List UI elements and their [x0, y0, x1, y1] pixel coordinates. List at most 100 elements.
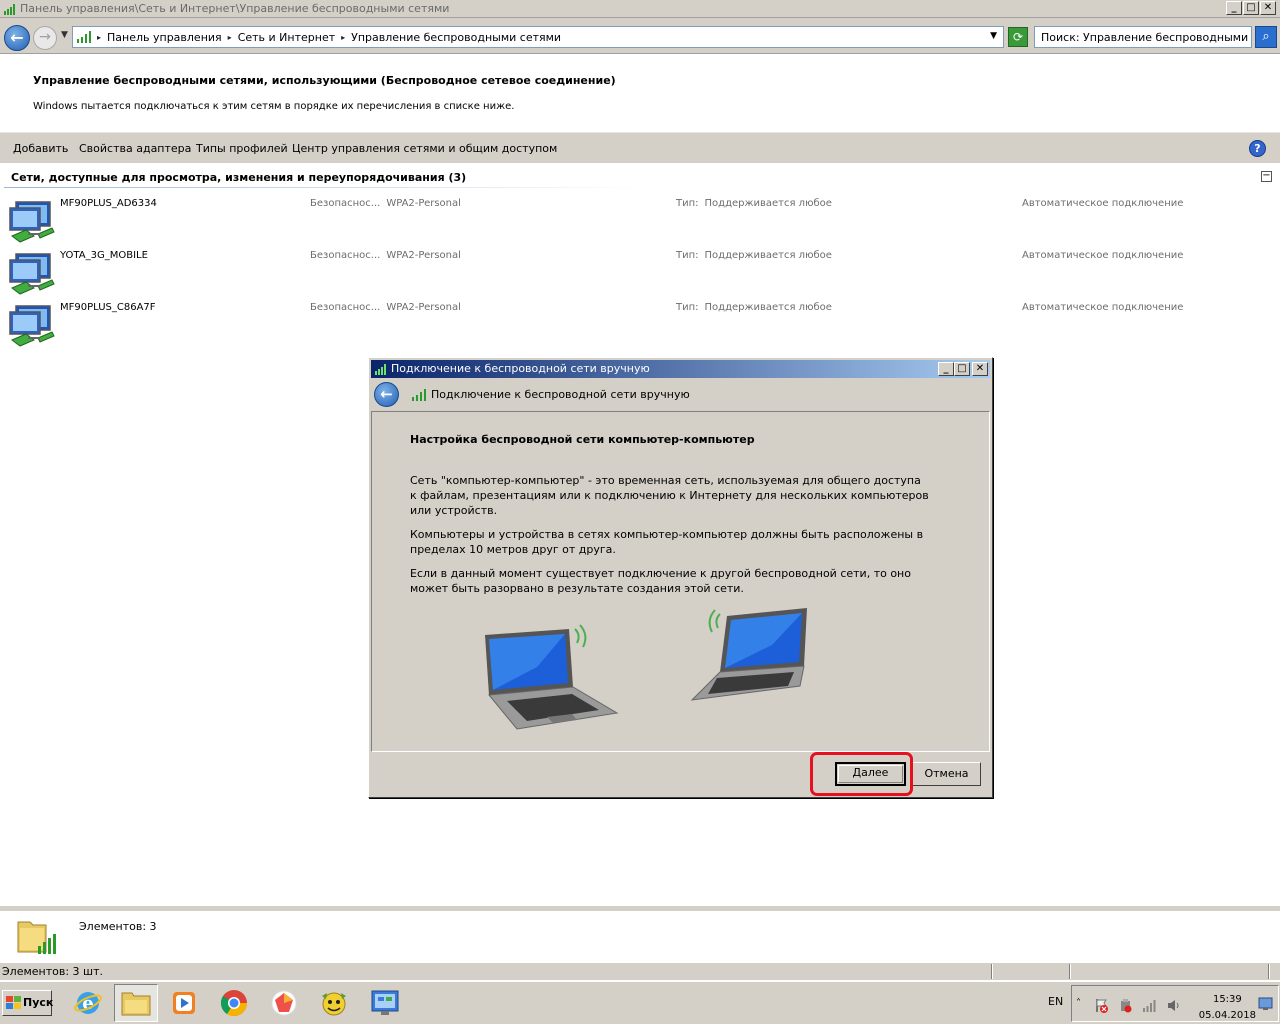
wireless-icon	[4, 4, 15, 15]
security-label: Безопаснос...	[310, 250, 381, 261]
volume-icon[interactable]	[1166, 998, 1181, 1013]
group-divider	[4, 187, 644, 188]
clock-time: 15:39	[1212, 994, 1242, 1005]
highlight-annotation	[810, 752, 913, 796]
network-center-button[interactable]: Центр управления сетями и общим доступом	[292, 142, 557, 155]
profile-types-button[interactable]: Типы профилей	[196, 142, 288, 155]
show-desktop-icon[interactable]	[1258, 996, 1273, 1011]
network-item[interactable]: YOTA_3G_MOBILE Безопаснос... WPA2-Persona…	[0, 250, 1280, 302]
ie-icon[interactable]: e	[66, 984, 110, 1022]
language-indicator[interactable]: EN	[1048, 995, 1063, 1008]
breadcrumb: ▸ Панель управления ▸ Сеть и Интернет ▸ …	[97, 31, 561, 44]
network-item[interactable]: MF90PLUS_C86A7F Безопаснос... WPA2-Person…	[0, 302, 1280, 354]
details-pane: Элементов: 3	[0, 906, 1280, 962]
wireless-icon	[412, 389, 426, 401]
dialog-back-button[interactable]: ←	[374, 382, 399, 407]
window-title-bar: Панель управления\Сеть и Интернет\Управл…	[0, 0, 1280, 18]
dialog-minimize-button[interactable]: _	[938, 362, 954, 376]
removable-device-icon[interactable]	[1118, 998, 1133, 1013]
wireless-signal-icon[interactable]	[1142, 998, 1157, 1013]
breadcrumb-network-internet[interactable]: Сеть и Интернет	[238, 31, 335, 44]
dialog-close-button[interactable]: ✕	[972, 362, 988, 376]
adapter-properties-button[interactable]: Свойства адаптера	[79, 142, 191, 155]
status-bar: Элементов: 3 шт.	[0, 962, 1280, 980]
chevron-right-icon[interactable]: ▸	[97, 31, 101, 44]
close-button[interactable]: ✕	[1260, 1, 1276, 15]
network-group-header: Сети, доступные для просмотра, изменения…	[0, 168, 1280, 190]
status-separator	[1069, 964, 1071, 979]
network-security: Безопаснос... WPA2-Personal	[310, 302, 461, 313]
folder-wireless-icon	[17, 921, 56, 954]
chevron-up-icon[interactable]: ˄	[1076, 998, 1091, 1013]
type-value: Поддерживается любое	[704, 302, 832, 313]
dialog-content: Настройка беспроводной сети компьютер-ко…	[371, 411, 990, 752]
status-separator	[991, 964, 993, 979]
network-profile-icon	[9, 253, 55, 295]
network-connect-mode: Автоматическое подключение	[1022, 198, 1184, 209]
media-player-icon[interactable]	[162, 984, 206, 1022]
clock[interactable]: 15:39 05.04.2018	[1199, 992, 1256, 1024]
explorer-icon[interactable]	[114, 984, 158, 1022]
start-button[interactable]: Пуск	[2, 990, 54, 1016]
security-value: WPA2-Personal	[386, 250, 461, 261]
breadcrumb-control-panel[interactable]: Панель управления	[107, 31, 222, 44]
network-profile-icon	[9, 201, 55, 243]
breadcrumb-wireless-networks[interactable]: Управление беспроводными сетями	[351, 31, 561, 44]
dialog-nav: ← Подключение к беспроводной сети вручну…	[371, 379, 990, 409]
chevron-down-icon[interactable]: ▼	[990, 31, 997, 41]
help-icon[interactable]: ?	[1249, 140, 1266, 157]
type-label: Тип:	[676, 198, 699, 209]
page-subtitle: Windows пытается подключаться к этим сет…	[33, 101, 515, 112]
history-dropdown-icon[interactable]: ▼	[61, 30, 68, 40]
dialog-paragraph-3: Если в данный момент существует подключе…	[410, 567, 911, 595]
window-title: Панель управления\Сеть и Интернет\Управл…	[20, 2, 450, 15]
chevron-right-icon[interactable]: ▸	[228, 31, 232, 44]
laptop-left-illustration	[485, 624, 619, 730]
network-type: Тип: Поддерживается любое	[676, 250, 832, 261]
search-input[interactable]: Поиск: Управление беспроводными ...	[1034, 26, 1252, 48]
security-label: Безопаснос...	[310, 198, 381, 209]
network-type: Тип: Поддерживается любое	[676, 198, 832, 209]
search-icon[interactable]: ⌕	[1255, 26, 1277, 48]
dialog-maximize-button[interactable]: □	[954, 362, 970, 376]
page-header: Управление беспроводными сетями, использ…	[0, 55, 1280, 132]
dialog-title: Подключение к беспроводной сети вручную	[391, 362, 650, 375]
address-box[interactable]: ▸ Панель управления ▸ Сеть и Интернет ▸ …	[72, 26, 1004, 48]
security-value: WPA2-Personal	[386, 302, 461, 313]
status-text: Элементов: 3 шт.	[2, 965, 104, 978]
minimize-button[interactable]: _	[1226, 1, 1242, 15]
collapse-icon[interactable]: −	[1261, 171, 1272, 182]
windows-logo-icon	[6, 996, 21, 1009]
app-icon[interactable]	[262, 984, 306, 1022]
cancel-button[interactable]: Отмена	[912, 762, 981, 786]
network-security: Безопаснос... WPA2-Personal	[310, 198, 461, 209]
page-title: Управление беспроводными сетями, использ…	[33, 74, 616, 87]
laptop-right-illustration	[690, 608, 807, 701]
back-button[interactable]: ←	[4, 25, 30, 51]
maximize-button[interactable]: □	[1243, 1, 1259, 15]
status-separator	[1268, 964, 1270, 979]
dialog-paragraph-1: Сеть "компьютер-компьютер" - это временн…	[410, 474, 929, 517]
manual-connect-dialog: Подключение к беспроводной сети вручную …	[368, 357, 993, 798]
forward-button[interactable]: →	[33, 26, 57, 50]
chrome-icon[interactable]	[212, 984, 256, 1022]
system-tray: ˄ 15:39 05.04.2018	[1071, 985, 1279, 1022]
network-connect-mode: Автоматическое подключение	[1022, 302, 1184, 313]
network-type: Тип: Поддерживается любое	[676, 302, 832, 313]
network-item[interactable]: MF90PLUS_AD6334 Безопаснос... WPA2-Person…	[0, 198, 1280, 250]
chevron-right-icon[interactable]: ▸	[341, 31, 345, 44]
taskbar: Пуск e EN ˄ 15:39 05.04.2018	[0, 981, 1280, 1024]
clock-date: 05.04.2018	[1198, 1010, 1256, 1021]
network-profile-icon	[9, 305, 55, 347]
refresh-button[interactable]: ⟳	[1008, 27, 1028, 47]
network-security: Безопаснос... WPA2-Personal	[310, 250, 461, 261]
add-button[interactable]: Добавить	[13, 142, 68, 155]
address-toolbar: ← → ▼ ▸ Панель управления ▸ Сеть и Интер…	[0, 18, 1280, 54]
start-label: Пуск	[23, 996, 54, 1009]
action-center-icon[interactable]	[1094, 998, 1109, 1013]
wireless-icon	[77, 31, 91, 43]
type-label: Тип:	[676, 302, 699, 313]
network-name: YOTA_3G_MOBILE	[60, 250, 148, 261]
game-icon[interactable]	[312, 984, 356, 1022]
control-panel-icon[interactable]	[363, 984, 407, 1022]
